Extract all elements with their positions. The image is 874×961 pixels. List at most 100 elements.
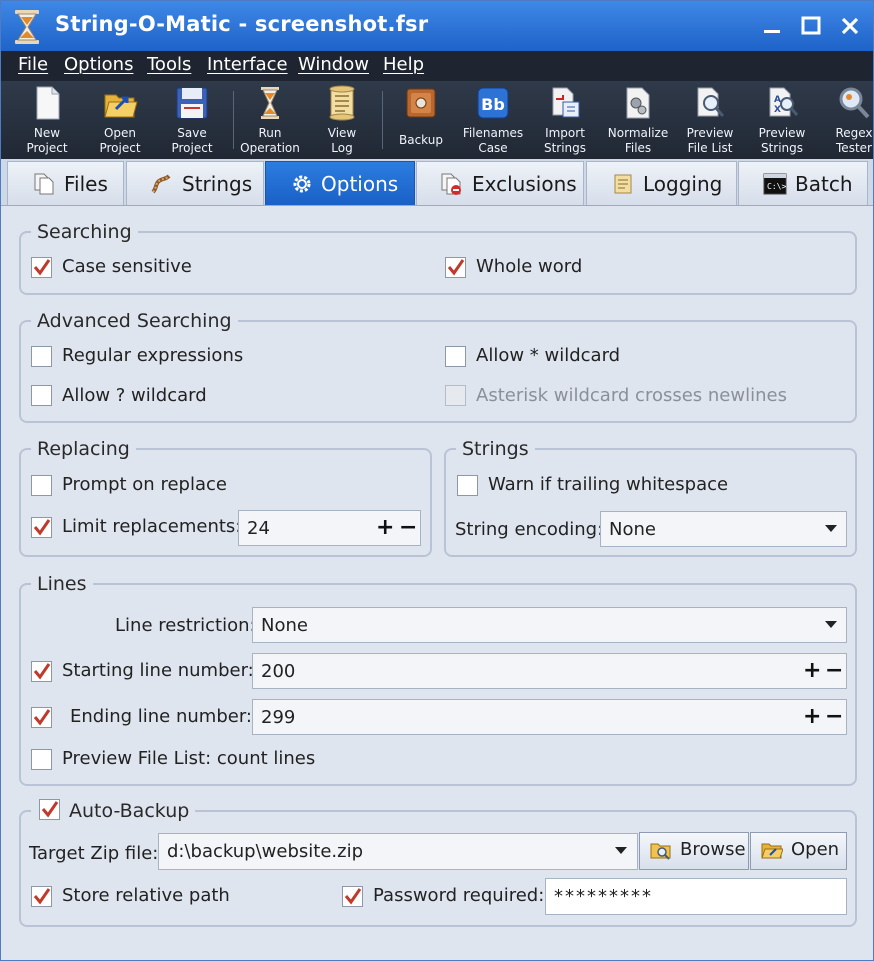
preview-file-list-icon	[697, 87, 725, 117]
limit-replacements-stepper[interactable]: 24 + −	[238, 510, 421, 546]
tab-batch[interactable]: C:\> Batch	[738, 161, 868, 205]
tab-options-label: Options	[321, 172, 399, 196]
ending-line-checkbox[interactable]	[31, 707, 52, 728]
decrement-button[interactable]: −	[825, 704, 843, 729]
maximize-button[interactable]	[796, 11, 826, 41]
increment-button[interactable]: +	[803, 658, 821, 683]
regular-expressions-checkbox[interactable]	[31, 346, 52, 367]
tab-exclusions-label: Exclusions	[472, 172, 577, 196]
new-project-label: New Project	[26, 126, 68, 155]
menu-tools[interactable]: Tools	[147, 54, 191, 75]
checkmark-icon	[447, 259, 465, 276]
allow-question-wildcard-checkbox[interactable]	[31, 385, 52, 406]
starting-line-checkbox[interactable]	[31, 661, 52, 682]
asterisk-newlines-checkbox[interactable]	[445, 385, 466, 406]
case-sensitive-checkbox[interactable]	[31, 257, 52, 278]
line-restriction-select[interactable]: None	[252, 607, 847, 643]
tab-options[interactable]: Options	[265, 161, 415, 205]
preview-file-list-button[interactable]: Preview File List	[674, 83, 746, 157]
browse-label: Browse	[680, 839, 746, 860]
whole-word-checkbox[interactable]	[445, 257, 466, 278]
run-operation-icon	[261, 87, 279, 119]
title-bar[interactable]: String-O-Matic - screenshot.fsr	[1, 1, 873, 51]
gear-icon	[293, 175, 311, 193]
checkmark-icon	[344, 888, 362, 905]
view-log-button[interactable]: View Log	[306, 83, 378, 157]
password-required-label: Password required:	[373, 885, 545, 906]
checkmark-icon	[33, 519, 51, 536]
string-encoding-select[interactable]: None	[600, 511, 847, 547]
menu-help[interactable]: Help	[383, 54, 424, 75]
folder-open-icon	[761, 843, 783, 859]
prompt-on-replace-checkbox[interactable]	[31, 475, 52, 496]
save-project-icon	[176, 87, 208, 119]
starting-line-label: Starting line number:	[62, 660, 254, 681]
ending-line-stepper[interactable]: 299 + −	[252, 699, 847, 735]
tab-batch-label: Batch	[795, 172, 853, 196]
minimize-button[interactable]	[757, 11, 787, 41]
minimize-icon	[764, 30, 780, 33]
regex-tester-button[interactable]: Regex Tester	[818, 83, 874, 157]
tab-strings[interactable]: Strings	[126, 161, 264, 205]
tab-strings-label: Strings	[182, 172, 253, 196]
run-operation-button[interactable]: Run Operation	[234, 83, 306, 157]
string-encoding-value: None	[609, 519, 656, 540]
options-panel: Searching Case sensitive Whole word Adva…	[9, 207, 867, 952]
menu-interface[interactable]: Interface	[207, 54, 288, 75]
filenames-case-icon: Bb	[477, 87, 509, 119]
target-zip-value: d:\backup\website.zip	[167, 841, 364, 862]
backup-icon	[406, 88, 436, 118]
open-button[interactable]: Open	[750, 832, 847, 870]
filenames-case-button[interactable]: Bb Filenames Case	[457, 83, 529, 157]
target-zip-combobox[interactable]: d:\backup\website.zip	[158, 833, 638, 870]
increment-button[interactable]: +	[803, 704, 821, 729]
open-label: Open	[791, 839, 840, 860]
regex-tester-label: Regex Tester	[835, 126, 873, 155]
warn-trailing-whitespace-label: Warn if trailing whitespace	[488, 474, 729, 495]
tab-files[interactable]: Files	[7, 161, 124, 205]
new-project-icon	[36, 86, 60, 120]
increment-button[interactable]: +	[376, 515, 394, 540]
auto-backup-checkbox[interactable]	[39, 799, 60, 820]
allow-star-wildcard-checkbox[interactable]	[445, 346, 466, 367]
save-project-label: Save Project	[171, 126, 213, 155]
tab-logging[interactable]: Logging	[586, 161, 737, 205]
menu-options[interactable]: Options	[64, 54, 133, 75]
ending-line-value: 299	[261, 707, 296, 728]
target-zip-label: Target Zip file:	[29, 843, 159, 864]
backup-button[interactable]: Backup	[385, 83, 457, 157]
console-icon: C:\>	[763, 173, 787, 195]
menu-window[interactable]: Window	[298, 54, 369, 75]
browse-button[interactable]: Browse	[639, 832, 749, 870]
menu-file[interactable]: File	[18, 54, 48, 75]
replacing-legend: Replacing	[37, 438, 130, 460]
count-lines-checkbox[interactable]	[31, 749, 52, 770]
starting-line-value: 200	[261, 661, 296, 682]
decrement-button[interactable]: −	[825, 658, 843, 683]
warn-trailing-whitespace-checkbox[interactable]	[457, 475, 478, 496]
close-button[interactable]	[835, 11, 865, 41]
import-strings-label: Import Strings	[543, 126, 587, 155]
view-log-icon	[329, 85, 355, 121]
store-relative-path-checkbox[interactable]	[31, 886, 52, 907]
files-icon	[34, 173, 54, 195]
new-project-button[interactable]: New Project	[11, 83, 83, 157]
app-window: String-O-Matic - screenshot.fsr File Opt…	[0, 0, 874, 961]
password-required-checkbox[interactable]	[342, 886, 363, 907]
preview-strings-button[interactable]: AX Preview Strings	[746, 83, 818, 157]
import-strings-button[interactable]: Import Strings	[529, 83, 601, 157]
password-input[interactable]: *********	[545, 878, 847, 915]
tab-exclusions[interactable]: Exclusions	[416, 161, 584, 205]
save-project-button[interactable]: Save Project	[156, 83, 228, 157]
searching-legend: Searching	[37, 221, 132, 243]
logging-icon	[614, 174, 632, 194]
maximize-icon	[801, 16, 821, 35]
svg-text:Bb: Bb	[481, 95, 505, 114]
hourglass-icon	[15, 10, 39, 44]
normalize-files-button[interactable]: Normalize Files	[602, 83, 674, 157]
decrement-button[interactable]: −	[399, 515, 417, 540]
import-strings-icon	[552, 87, 580, 118]
open-project-button[interactable]: Open Project	[84, 83, 156, 157]
limit-replacements-checkbox[interactable]	[31, 517, 52, 538]
starting-line-stepper[interactable]: 200 + −	[252, 653, 847, 689]
